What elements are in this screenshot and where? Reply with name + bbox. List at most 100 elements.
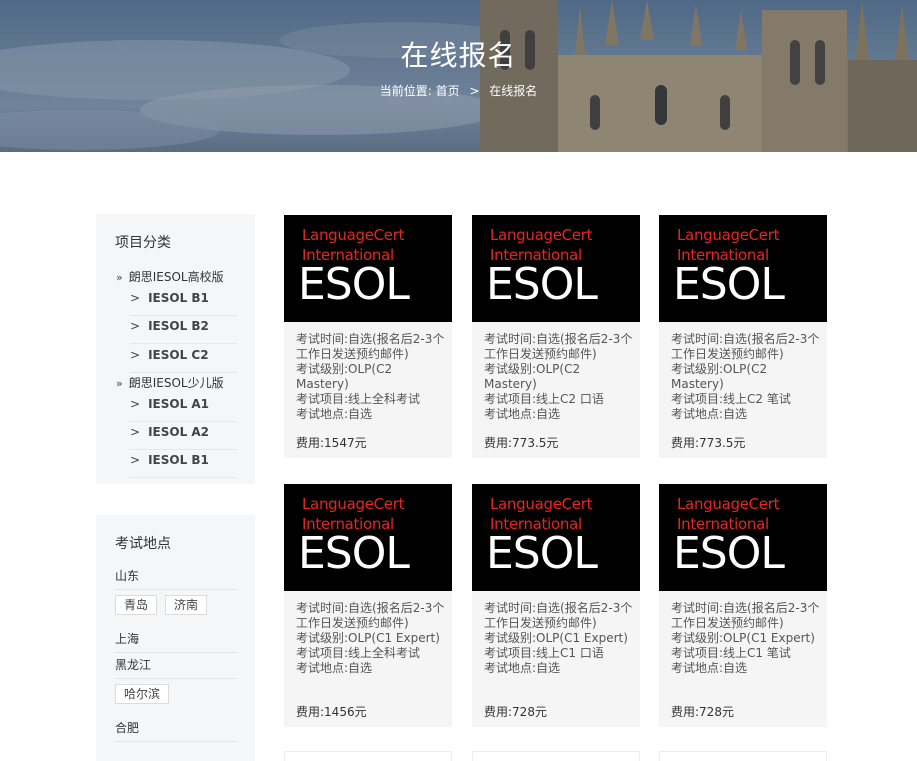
logo-line-3: ESOL [673,528,785,579]
province-shandong[interactable]: 山东 [115,568,237,590]
breadcrumb-current: 在线报名 [489,84,538,98]
exam-time: 考试时间:自选(报名后2-3个工作日发送预约邮件) [296,332,445,361]
exam-card[interactable]: LanguageCert International ESOL 考试时间:自选(… [472,484,640,727]
banner-background-image [0,0,917,152]
category-item-label: IESOL A1 [148,397,210,411]
category-group-label: 朗思IESOL高校版 [128,270,224,284]
logo-line-1: LanguageCert [677,495,780,513]
exam-info: 考试时间:自选(报名后2-3个工作日发送预约邮件) 考试级别:OLP(C2 Ma… [671,332,821,422]
chevron-right-icon: > [130,453,141,467]
exam-price: 费用:1456元 [296,705,367,719]
exam-card[interactable]: LanguageCert International ESOL 考试时间:自选(… [284,484,452,727]
province-shanghai[interactable]: 上海 [115,631,237,653]
city-tag-harbin[interactable]: 哈尔滨 [115,684,170,704]
exam-info: 考试时间:自选(报名后2-3个工作日发送预约邮件) 考试级别:OLP(C2 Ma… [484,332,634,422]
exam-subject: 考试项目:线上C1 笔试 [671,646,791,660]
category-item-label: IESOL B1 [148,453,209,467]
exam-price: 费用:773.5元 [671,436,746,450]
exam-level: 考试级别:OLP(C2 Mastery) [296,362,393,391]
chevron-right-icon: > [130,291,141,305]
logo-line-3: ESOL [486,259,598,310]
exam-level: 考试级别:OLP(C2 Mastery) [671,362,768,391]
category-panel: 项目分类 » 朗思IESOL高校版 > IESOL B1 > IESOL B2 > IE… [96,214,255,484]
exam-time: 考试时间:自选(报名后2-3个工作日发送预约邮件) [671,332,820,361]
languagecert-esol-logo[interactable]: LanguageCert International ESOL [659,484,827,591]
logo-line-3: ESOL [298,259,410,310]
double-chevron-icon: » [116,377,123,390]
exam-level: 考试级别:OLP(C1 Expert) [484,631,628,645]
logo-line-1: LanguageCert [490,495,593,513]
exam-card[interactable]: LanguageCert International ESOL 考试时间:自选(… [659,484,827,727]
exam-price: 费用:728元 [671,705,734,719]
exam-level: 考试级别:OLP(C1 Expert) [671,631,815,645]
exam-time: 考试时间:自选(报名后2-3个工作日发送预约邮件) [484,601,633,630]
exam-info: 考试时间:自选(报名后2-3个工作日发送预约邮件) 考试级别:OLP(C2 Ma… [296,332,446,422]
city-tag-qingdao[interactable]: 青岛 [115,595,158,615]
category-item-iesol-c2[interactable]: > IESOL C2 [130,345,237,373]
languagecert-esol-logo[interactable]: LanguageCert International ESOL [284,484,452,591]
exam-location: 考试地点:自选 [671,661,748,675]
city-tag-jinan[interactable]: 济南 [165,595,208,615]
page-title: 在线报名 [400,39,517,72]
breadcrumb-prefix: 当前位置: [379,84,432,98]
page-banner: 在线报名 当前位置: 首页 > 在线报名 [0,0,917,152]
exam-subject: 考试项目:线上C2 口语 [484,392,604,406]
exam-location: 考试地点:自选 [296,407,373,421]
location-panel: 考试地点 山东 青岛 济南 上海 黑龙江 哈尔滨 合肥 [96,515,255,761]
category-item-iesol-a2[interactable]: > IESOL A2 [130,422,237,450]
logo-line-1: LanguageCert [490,226,593,244]
category-item-iesol-b2[interactable]: > IESOL B2 [130,316,237,344]
exam-subject: 考试项目:线上全科考试 [296,646,421,660]
chevron-right-icon: > [130,319,141,333]
province-hefei[interactable]: 合肥 [115,720,237,742]
category-item-iesol-b1[interactable]: > IESOL B1 [130,288,237,316]
languagecert-esol-logo[interactable]: LanguageCert International ESOL [472,484,640,591]
exam-time: 考试时间:自选(报名后2-3个工作日发送预约邮件) [484,332,633,361]
languagecert-esol-logo[interactable]: LanguageCert International ESOL [472,215,640,322]
exam-time: 考试时间:自选(报名后2-3个工作日发送预约邮件) [671,601,820,630]
category-item-label: IESOL B2 [148,319,209,333]
exam-subject: 考试项目:线上C1 口语 [484,646,604,660]
exam-info: 考试时间:自选(报名后2-3个工作日发送预约邮件) 考试级别:OLP(C1 Ex… [296,601,446,676]
languagecert-esol-logo[interactable]: LanguageCert International ESOL [659,215,827,322]
exam-card-partial[interactable] [472,751,640,761]
exam-location: 考试地点:自选 [671,407,748,421]
exam-time: 考试时间:自选(报名后2-3个工作日发送预约邮件) [296,601,445,630]
languagecert-esol-logo[interactable]: LanguageCert International ESOL [284,215,452,322]
exam-level: 考试级别:OLP(C1 Expert) [296,631,440,645]
chevron-right-icon: > [130,425,141,439]
province-heilongjiang[interactable]: 黑龙江 [115,657,237,679]
logo-line-1: LanguageCert [302,495,405,513]
exam-price: 费用:1547元 [296,436,367,450]
exam-card-partial[interactable] [284,751,452,761]
exam-card[interactable]: LanguageCert International ESOL 考试时间:自选(… [472,215,640,458]
category-item-label: IESOL C2 [148,348,209,362]
breadcrumb-separator: > [469,84,480,98]
category-panel-title: 项目分类 [115,235,171,251]
category-item-iesol-a1[interactable]: > IESOL A1 [130,394,237,422]
logo-line-1: LanguageCert [677,226,780,244]
exam-location: 考试地点:自选 [484,407,561,421]
breadcrumb: 当前位置: 首页 > 在线报名 [0,82,917,99]
exam-location: 考试地点:自选 [484,661,561,675]
breadcrumb-home-link[interactable]: 首页 [436,82,460,99]
exam-price: 费用:773.5元 [484,436,559,450]
category-item-iesol-b1-junior[interactable]: > IESOL B1 [130,450,237,478]
category-item-label: IESOL A2 [148,425,210,439]
location-panel-title: 考试地点 [115,536,171,552]
exam-subject: 考试项目:线上全科考试 [296,392,421,406]
logo-line-3: ESOL [673,259,785,310]
logo-line-3: ESOL [298,528,410,579]
logo-line-1: LanguageCert [302,226,405,244]
exam-card[interactable]: LanguageCert International ESOL 考试时间:自选(… [284,215,452,458]
logo-line-3: ESOL [486,528,598,579]
exam-card[interactable]: LanguageCert International ESOL 考试时间:自选(… [659,215,827,458]
category-group-iesol-university[interactable]: » 朗思IESOL高校版 [116,268,224,285]
category-group-iesol-junior[interactable]: » 朗思IESOL少儿版 [116,374,224,391]
exam-price: 费用:728元 [484,705,547,719]
category-item-label: IESOL B1 [148,291,209,305]
exam-info: 考试时间:自选(报名后2-3个工作日发送预约邮件) 考试级别:OLP(C1 Ex… [671,601,821,676]
exam-card-partial[interactable] [659,751,827,761]
exam-level: 考试级别:OLP(C2 Mastery) [484,362,581,391]
exam-location: 考试地点:自选 [296,661,373,675]
